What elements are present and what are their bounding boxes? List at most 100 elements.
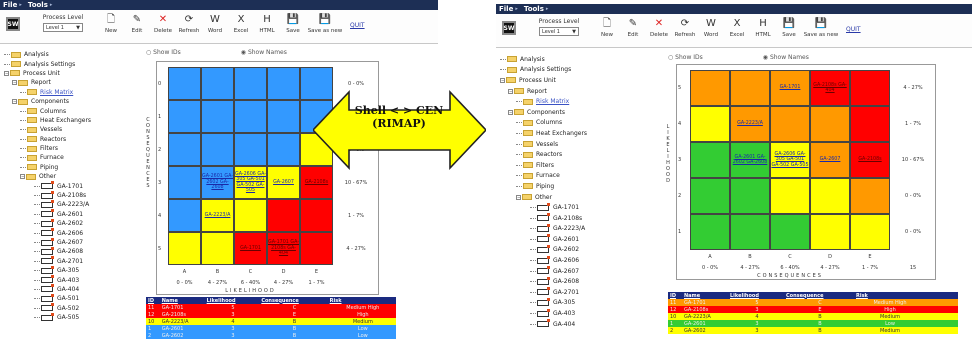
toolbar-button-excel[interactable]: X Excel xyxy=(228,14,254,34)
menu-file[interactable]: File ▸ xyxy=(499,5,518,13)
menu-tools[interactable]: Tools ▸ xyxy=(28,1,53,9)
tree-item-analysis[interactable]: Analysis xyxy=(500,54,640,65)
tree-asset-ga-305[interactable]: GA-305 xyxy=(4,265,144,275)
toolbar-button-new[interactable]: 🗋 New xyxy=(594,18,620,38)
column-header-id[interactable]: ID xyxy=(668,293,682,299)
column-header-likelihood[interactable]: Likelihood xyxy=(205,298,260,304)
risk-table-row[interactable]: 1 GA-2601 3 B Low xyxy=(668,320,958,327)
tree-item-vessels[interactable]: Vessels xyxy=(500,139,640,150)
tree-item-heat-exchangers[interactable]: Heat Exchangers xyxy=(4,116,144,125)
tree-asset-ga-404[interactable]: GA-404 xyxy=(4,284,144,294)
tree-asset-ga-505[interactable]: GA-505 xyxy=(4,312,144,322)
column-header-name[interactable]: Name xyxy=(682,293,728,299)
expand-toggle-icon[interactable]: − xyxy=(20,174,25,180)
column-header-risk[interactable]: Risk xyxy=(328,298,396,304)
tree-item-process-unit[interactable]: − Process Unit xyxy=(4,69,144,78)
tree-item-filters[interactable]: Filters xyxy=(500,160,640,171)
expand-toggle-icon[interactable]: − xyxy=(12,99,17,105)
quit-link[interactable]: QUIT xyxy=(846,26,861,33)
tree-item-other[interactable]: − Other xyxy=(4,172,144,181)
tree-item-columns[interactable]: Columns xyxy=(500,118,640,129)
tree-asset-ga-2602[interactable]: GA-2602 xyxy=(500,244,640,256)
tree-asset-ga-2601[interactable]: GA-2601 xyxy=(500,234,640,245)
toolbar-button-save[interactable]: 💾 Save xyxy=(280,14,306,34)
toolbar-button-html[interactable]: H HTML xyxy=(254,14,280,34)
level-select[interactable]: Level 1 ▼ xyxy=(539,27,579,36)
toolbar-button-save-as-new[interactable]: 💾 Save as new xyxy=(802,18,840,38)
risk-table-row[interactable]: 10 GA-2223/A 4 B Medium xyxy=(146,318,396,325)
risk-table-row[interactable]: 11 GA-1701 5 C Medium High xyxy=(668,299,958,306)
tree-asset-ga-2608[interactable]: GA-2608 xyxy=(500,276,640,287)
risk-table-row[interactable]: 2 GA-2602 3 B Medium xyxy=(668,327,958,334)
risk-table-row[interactable]: 12 GA-2108s 3 E High xyxy=(668,306,958,313)
tree-asset-ga-404[interactable]: GA-404 xyxy=(500,319,640,330)
toolbar-button-save[interactable]: 💾 Save xyxy=(776,18,802,38)
tree-item-other[interactable]: − Other xyxy=(500,192,640,203)
toolbar-button-delete[interactable]: ✕ Delete xyxy=(150,14,176,34)
toolbar-button-word[interactable]: W Word xyxy=(698,18,724,38)
tree-item-heat-exchangers[interactable]: Heat Exchangers xyxy=(500,128,640,139)
risk-table-row[interactable]: 12 GA-2108s 3 E High xyxy=(146,311,396,318)
tree-asset-ga-2108s[interactable]: GA-2108s xyxy=(4,190,144,200)
tree-item-risk-matrix[interactable]: Risk Matrix xyxy=(4,88,144,97)
tree-item-columns[interactable]: Columns xyxy=(4,106,144,115)
tree-asset-ga-2607[interactable]: GA-2607 xyxy=(4,237,144,247)
expand-toggle-icon[interactable]: − xyxy=(4,70,9,76)
risk-table-row[interactable]: 11 GA-1701 5 C Medium High xyxy=(146,304,396,311)
tree-asset-ga-2701[interactable]: GA-2701 xyxy=(500,287,640,298)
toolbar-button-edit[interactable]: ✎ Edit xyxy=(124,14,150,34)
tree-item-reactors[interactable]: Reactors xyxy=(4,135,144,144)
tree-item-vessels[interactable]: Vessels xyxy=(4,125,144,134)
toolbar-button-refresh[interactable]: ⟳ Refresh xyxy=(672,18,698,38)
show-names-radio[interactable]: ◉ Show Names xyxy=(763,54,839,61)
tree-asset-ga-2608[interactable]: GA-2608 xyxy=(4,246,144,256)
toolbar-button-word[interactable]: W Word xyxy=(202,14,228,34)
tree-asset-ga-2223/a[interactable]: GA-2223/A xyxy=(4,199,144,209)
tree-item-filters[interactable]: Filters xyxy=(4,144,144,153)
tree-item-piping[interactable]: Piping xyxy=(4,163,144,172)
tree-asset-ga-2606[interactable]: GA-2606 xyxy=(4,228,144,237)
tree-item-risk-matrix[interactable]: Risk Matrix xyxy=(500,96,640,107)
tree-item-components[interactable]: − Components xyxy=(4,97,144,106)
show-ids-radio[interactable]: ○ Show IDs xyxy=(146,49,211,56)
column-header-id[interactable]: ID xyxy=(146,298,160,304)
tree-asset-ga-2108s[interactable]: GA-2108s xyxy=(500,213,640,224)
column-header-risk[interactable]: Risk xyxy=(854,293,924,299)
tree-asset-ga-501[interactable]: GA-501 xyxy=(4,293,144,303)
tree-item-report[interactable]: − Report xyxy=(4,78,144,87)
tree-asset-ga-2701[interactable]: GA-2701 xyxy=(4,256,144,266)
show-ids-radio[interactable]: ○ Show IDs xyxy=(668,54,733,61)
column-header-likelihood[interactable]: Likelihood xyxy=(728,293,784,299)
expand-toggle-icon[interactable]: − xyxy=(500,77,505,83)
tree-asset-ga-2223/a[interactable]: GA-2223/A xyxy=(500,223,640,235)
tree-asset-ga-2601[interactable]: GA-2601 xyxy=(4,209,144,219)
menu-file[interactable]: File ▸ xyxy=(3,1,22,9)
toolbar-button-new[interactable]: 🗋 New xyxy=(98,14,124,34)
tree-item-furnace[interactable]: Furnace xyxy=(500,171,640,182)
tree-asset-ga-502[interactable]: GA-502 xyxy=(4,303,144,313)
toolbar-button-excel[interactable]: X Excel xyxy=(724,18,750,38)
tree-item-analysis[interactable]: Analysis xyxy=(4,50,144,59)
toolbar-button-delete[interactable]: ✕ Delete xyxy=(646,18,672,38)
column-header-consequence[interactable]: Consequence xyxy=(259,298,327,304)
toolbar-button-edit[interactable]: ✎ Edit xyxy=(620,18,646,38)
expand-toggle-icon[interactable]: − xyxy=(516,194,521,200)
toolbar-button-refresh[interactable]: ⟳ Refresh xyxy=(176,14,202,34)
tree-item-report[interactable]: − Report xyxy=(500,86,640,97)
risk-table-row[interactable]: 10 GA-2223/A 4 B Medium xyxy=(668,313,958,320)
column-header-name[interactable]: Name xyxy=(160,298,205,304)
tree-asset-ga-1701[interactable]: GA-1701 xyxy=(500,202,640,213)
tree-asset-ga-403[interactable]: GA-403 xyxy=(4,275,144,284)
risk-table-row[interactable]: 2 GA-2602 3 B Low xyxy=(146,332,396,339)
expand-toggle-icon[interactable]: − xyxy=(508,88,513,94)
tree-asset-ga-2602[interactable]: GA-2602 xyxy=(4,218,144,228)
toolbar-button-save-as-new[interactable]: 💾 Save as new xyxy=(306,14,344,34)
tree-item-process-unit[interactable]: − Process Unit xyxy=(500,75,640,86)
expand-toggle-icon[interactable]: − xyxy=(508,109,513,115)
tree-item-piping[interactable]: Piping xyxy=(500,181,640,192)
tree-item-furnace[interactable]: Furnace xyxy=(4,153,144,162)
column-header-consequence[interactable]: Consequence xyxy=(784,293,854,299)
quit-link[interactable]: QUIT xyxy=(350,22,365,29)
tree-item-reactors[interactable]: Reactors xyxy=(500,149,640,160)
menu-tools[interactable]: Tools ▸ xyxy=(524,5,549,13)
